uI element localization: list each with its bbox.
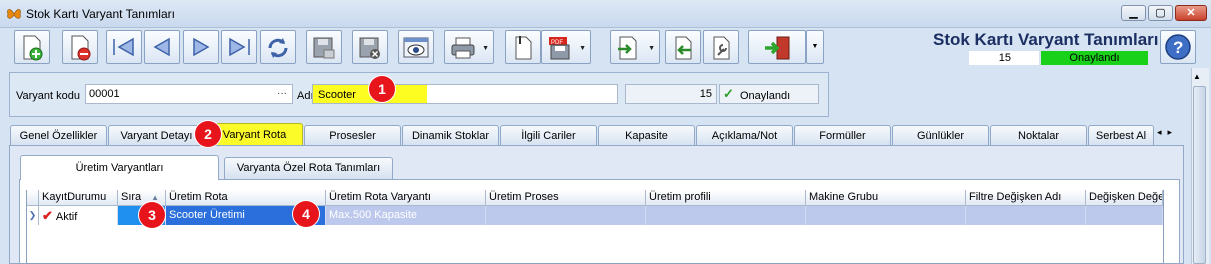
last-icon <box>229 37 250 57</box>
refresh-icon <box>268 38 288 58</box>
last-record-button[interactable] <box>221 30 257 64</box>
variant-code-label: Varyant kodu <box>16 90 81 102</box>
back-button[interactable] <box>665 30 701 64</box>
help-icon: ? <box>1165 34 1191 60</box>
col-header-kayitdurumu[interactable]: KayıtDurumu <box>39 190 118 206</box>
chevron-down-icon: ▼ <box>579 45 586 52</box>
check-icon: ✓ <box>723 86 734 101</box>
record-count: 15 <box>969 51 1039 65</box>
name-value: Scooter <box>318 89 356 101</box>
tab-varyant-detayi[interactable]: Varyant Detayı <box>108 125 205 146</box>
tab-aciklama-not[interactable]: Açıklama/Not <box>696 125 793 146</box>
marker-1: 1 <box>369 76 395 102</box>
cancel-save-icon <box>359 37 380 59</box>
tab-formuller[interactable]: Formüller <box>794 125 891 146</box>
cell-kayit-durumu[interactable]: ✔ Aktif <box>39 206 118 225</box>
copy-icon <box>515 36 532 60</box>
tab-dinamik-stoklar[interactable]: Dinamik Stoklar <box>402 125 499 146</box>
tab-gunlukler[interactable]: Günlükler <box>892 125 989 146</box>
status-badge: Onaylandı <box>1041 51 1148 65</box>
print-icon <box>451 37 475 59</box>
row-indicator-icon[interactable]: ❯ <box>27 206 39 225</box>
subtab-uretim-varyantlari[interactable]: Üretim Varyantları <box>20 155 219 180</box>
exit-button[interactable] <box>748 30 806 64</box>
delete-button[interactable] <box>62 30 98 64</box>
cell-rota-varyanti[interactable]: Max.500 Kapasite <box>326 206 486 225</box>
pdf-export-icon: PDF <box>549 37 570 60</box>
marker-3: 3 <box>139 202 165 228</box>
window-title: Stok Kartı Varyant Tanımları <box>26 7 175 21</box>
cancel-save-button[interactable] <box>352 30 388 64</box>
col-header-rota-varyanti[interactable]: Üretim Rota Varyantı <box>326 190 486 206</box>
minimize-button[interactable]: ▁ <box>1121 5 1146 21</box>
cell-makine-grubu[interactable] <box>806 206 966 225</box>
grid-corner <box>27 190 39 206</box>
chevron-down-icon: ▼ <box>482 45 489 52</box>
tab-genel-ozellikler[interactable]: Genel Özellikler <box>10 125 107 146</box>
first-icon <box>113 37 134 57</box>
chevron-down-icon: ▼ <box>811 43 819 50</box>
tools-icon <box>713 36 730 60</box>
next-icon <box>193 37 210 57</box>
marker-4: 4 <box>293 201 319 227</box>
new-icon <box>23 35 43 61</box>
close-button[interactable]: ✕ <box>1175 5 1207 21</box>
number-field: 15 <box>625 84 717 104</box>
print-button[interactable]: ▼ <box>444 30 494 64</box>
new-button[interactable] <box>14 30 50 64</box>
pdf-export-button[interactable]: PDF ▼ <box>541 30 591 64</box>
back-icon <box>675 36 692 60</box>
col-header-makine-grubu[interactable]: Makine Grubu <box>806 190 966 206</box>
check-icon: ✔ <box>42 208 53 223</box>
col-header-uretim-proses[interactable]: Üretim Proses <box>486 190 646 206</box>
subtab-varyanta-ozel-rota[interactable]: Varyanta Özel Rota Tanımları <box>224 157 393 179</box>
preview-icon <box>403 37 429 58</box>
tab-noktalar[interactable]: Noktalar <box>990 125 1087 146</box>
cell-uretim-profili[interactable] <box>646 206 806 225</box>
marker-2: 2 <box>195 121 221 147</box>
prev-record-button[interactable] <box>144 30 180 64</box>
tab-kapasite[interactable]: Kapasite <box>598 125 695 146</box>
tab-prosesler[interactable]: Prosesler <box>304 125 401 146</box>
chevron-down-icon: ▼ <box>648 45 655 52</box>
scroll-up-icon[interactable]: ▲ <box>1193 72 1201 81</box>
toolbar-more-button[interactable]: ▼ <box>806 30 824 64</box>
cell-uretim-proses[interactable] <box>486 206 646 225</box>
import-button[interactable]: ▼ <box>610 30 660 64</box>
col-header-degisken-deger[interactable]: Değişken Değer <box>1086 190 1163 206</box>
cell-kayit-text: Aktif <box>55 211 78 223</box>
tab-ilgili-cariler[interactable]: İlgili Cariler <box>500 125 597 146</box>
title-bar <box>0 0 1211 28</box>
import-icon <box>618 36 637 60</box>
cell-degisken-deger[interactable] <box>1086 206 1163 225</box>
page-title: Stok Kartı Varyant Tanımları <box>933 30 1159 49</box>
ellipsis-icon[interactable]: ··· <box>277 88 287 99</box>
first-record-button[interactable] <box>106 30 142 64</box>
svg-text:?: ? <box>1173 38 1183 57</box>
butterfly-icon <box>6 6 22 22</box>
exit-icon <box>765 36 790 60</box>
cell-filtre-degisken[interactable] <box>966 206 1086 225</box>
maximize-button[interactable]: ▢ <box>1148 5 1173 21</box>
tab-serbest-alanlar[interactable]: Serbest Al <box>1088 125 1154 146</box>
prev-icon <box>153 37 170 57</box>
tools-button[interactable] <box>703 30 739 64</box>
next-record-button[interactable] <box>183 30 219 64</box>
save-icon <box>313 37 335 59</box>
delete-icon <box>71 35 91 61</box>
help-button[interactable]: ? <box>1160 30 1196 64</box>
tab-scroll-arrows[interactable]: ◂▸ <box>1157 127 1178 138</box>
copy-button[interactable] <box>505 30 541 64</box>
col-header-uretim-profili[interactable]: Üretim profili <box>646 190 806 206</box>
scroll-thumb[interactable] <box>1193 86 1206 264</box>
col-header-sira-label: Sıra <box>121 191 142 203</box>
variant-code-input[interactable]: 00001 <box>85 84 293 104</box>
refresh-button[interactable] <box>260 30 296 64</box>
preview-button[interactable] <box>398 30 434 64</box>
col-header-filtre-degisken[interactable]: Filtre Değişken Adı <box>966 190 1086 206</box>
approved-label: Onaylandı <box>740 90 791 102</box>
save-button[interactable] <box>306 30 342 64</box>
